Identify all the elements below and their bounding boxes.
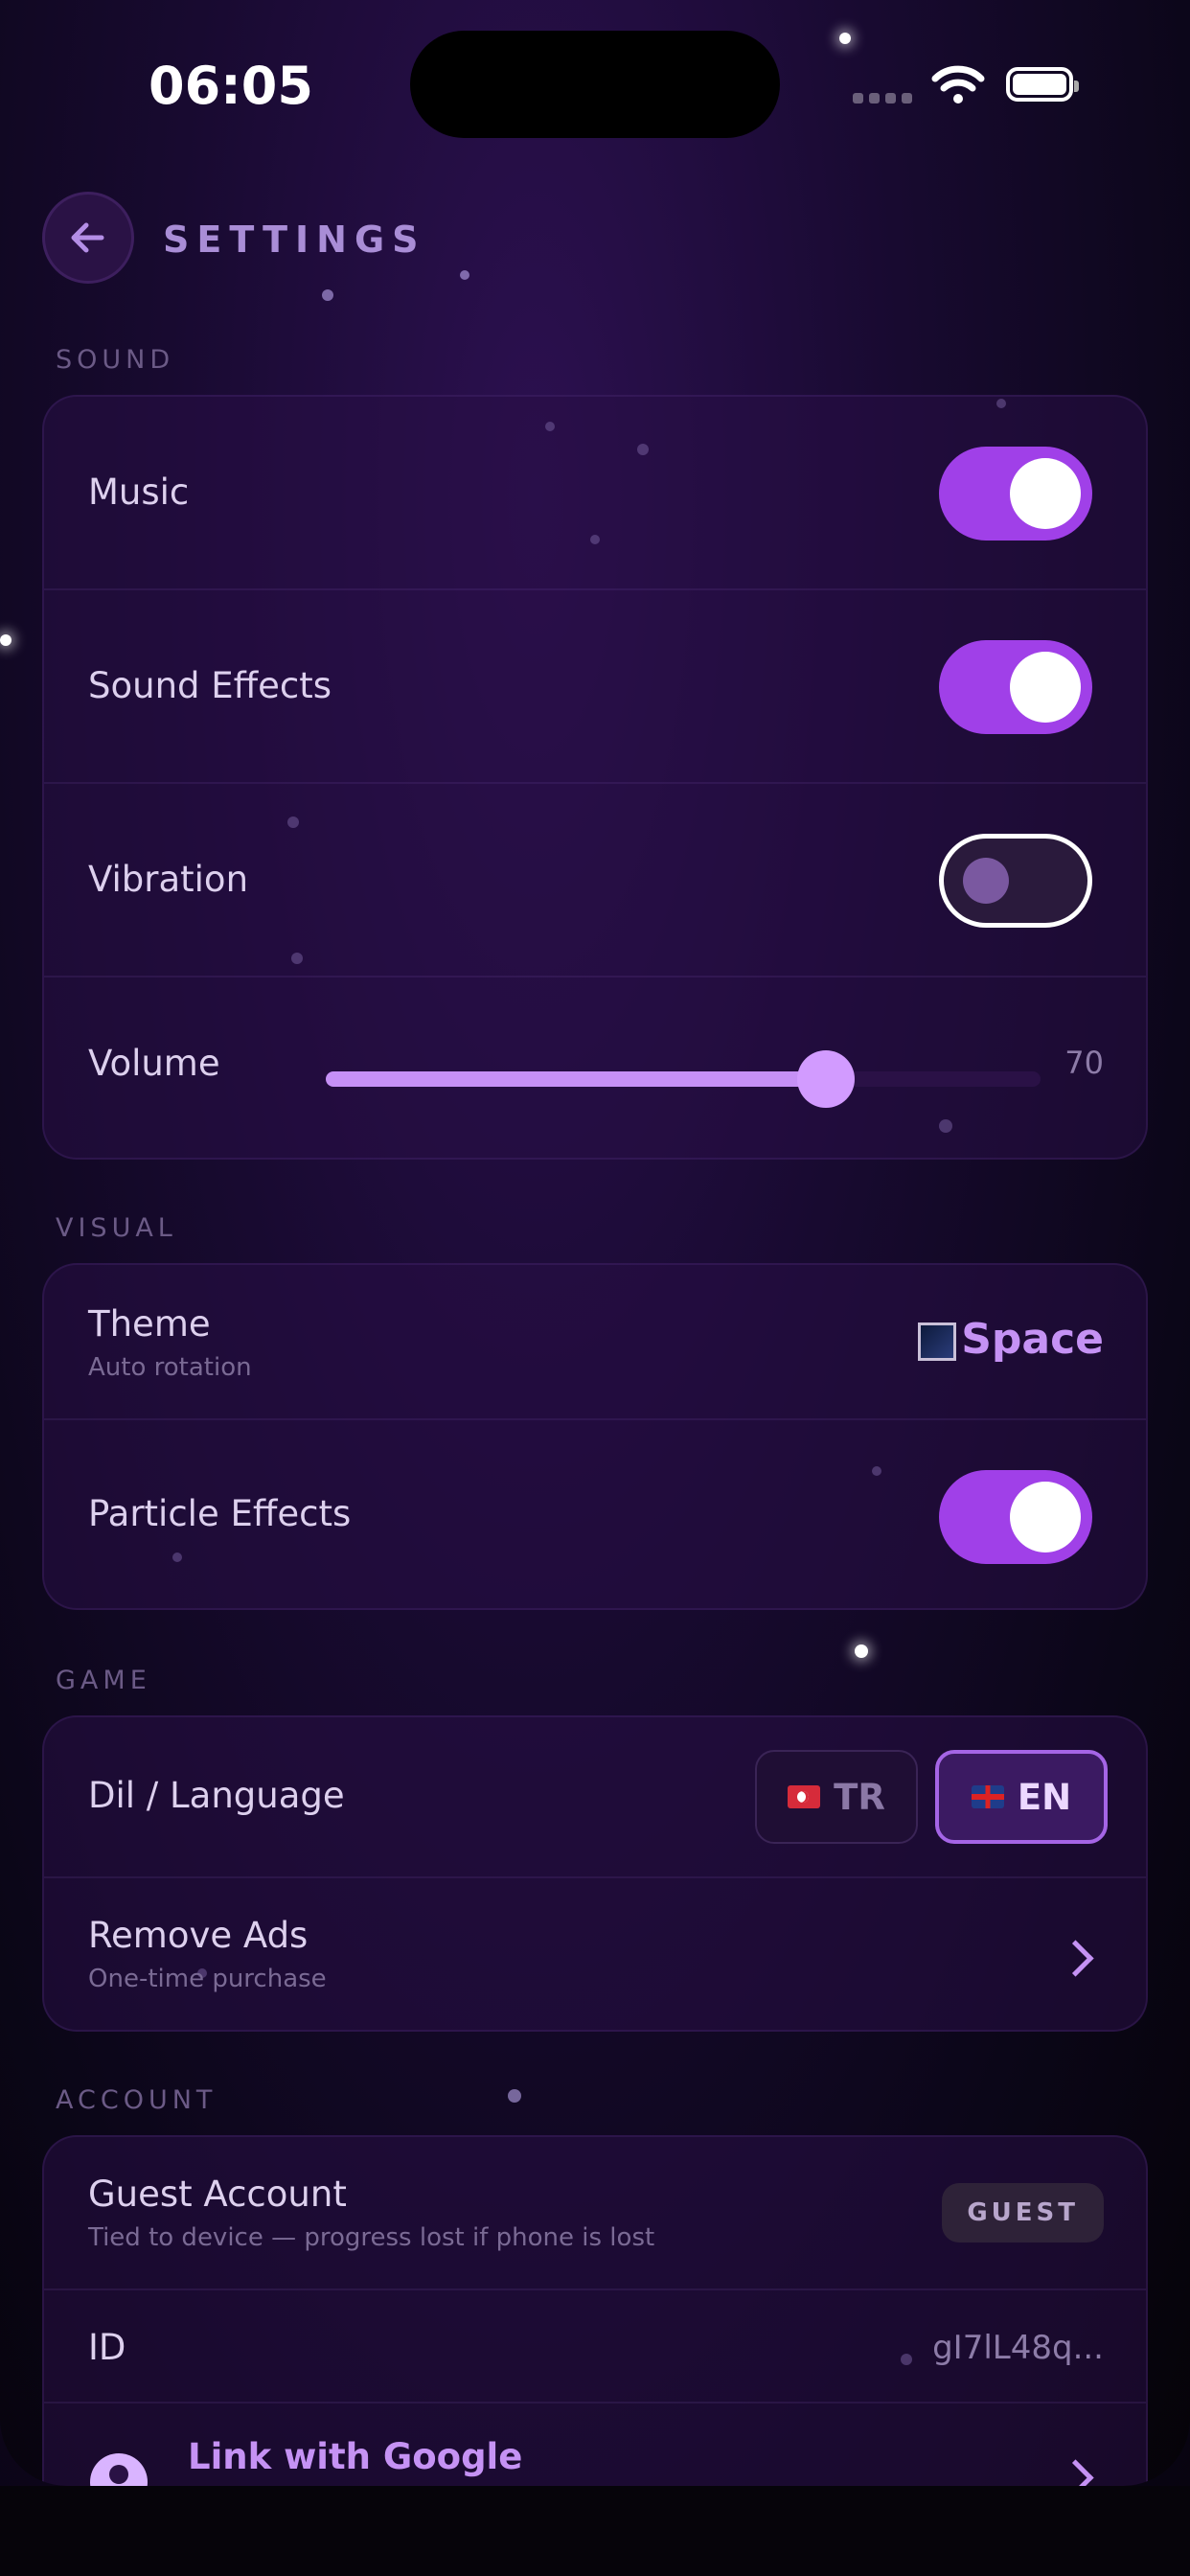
back-button[interactable] — [42, 192, 134, 284]
sound-card: Music Sound Effects Vibration Volume 70 — [42, 395, 1148, 1160]
flag-gb-icon — [971, 1785, 1004, 1808]
visual-card: Theme Auto rotation Space Particle Effec… — [42, 1263, 1148, 1610]
star — [839, 33, 851, 44]
person-icon — [90, 2453, 148, 2486]
dynamic-island — [410, 31, 780, 138]
chevron-right-icon — [1057, 1940, 1094, 1977]
account-card: Guest Account Tied to device — progress … — [42, 2135, 1148, 2486]
theme-image-icon — [918, 1322, 956, 1361]
sound-effects-row: Sound Effects — [44, 590, 1146, 784]
battery-icon — [1006, 67, 1079, 102]
language-row: Dil / Language TR EN — [44, 1717, 1146, 1878]
star — [508, 2089, 521, 2103]
remove-ads-label: Remove Ads — [88, 1915, 309, 1956]
back-arrow-icon — [71, 222, 104, 253]
theme-sublabel: Auto rotation — [88, 1353, 252, 1382]
particle-effects-label: Particle Effects — [88, 1493, 352, 1534]
volume-slider[interactable] — [326, 1050, 1041, 1108]
vibration-label: Vibration — [88, 859, 249, 900]
language-option-en[interactable]: EN — [935, 1750, 1108, 1844]
status-time: 06:05 — [149, 56, 313, 116]
theme-value[interactable]: Space — [961, 1315, 1104, 1364]
section-label-visual: VISUAL — [56, 1213, 177, 1243]
star — [322, 289, 333, 301]
vibration-row: Vibration — [44, 784, 1146, 978]
language-option-tr[interactable]: TR — [755, 1750, 918, 1844]
id-value: gI7lL48q... — [932, 2329, 1104, 2367]
guest-account-label: Guest Account — [88, 2174, 347, 2215]
volume-slider-handle[interactable] — [797, 1050, 856, 1108]
language-option-tr-label: TR — [834, 1776, 885, 1818]
settings-screen: 06:05 SETTINGS SOUND Music Sound Effects… — [0, 0, 1190, 2486]
star — [0, 634, 11, 646]
remove-ads-row[interactable]: Remove Ads One-time purchase — [44, 1878, 1146, 2030]
vibration-toggle[interactable] — [939, 834, 1092, 928]
music-row: Music — [44, 397, 1146, 590]
flag-tr-icon — [788, 1785, 821, 1808]
star — [460, 270, 469, 280]
theme-label: Theme — [88, 1303, 211, 1345]
link-google-row[interactable]: Link with Google — [44, 2404, 1146, 2486]
star — [855, 1644, 868, 1658]
bottom-bar — [0, 2486, 1190, 2576]
music-label: Music — [88, 472, 190, 513]
signal-icon — [853, 93, 912, 104]
guest-account-row: Guest Account Tied to device — progress … — [44, 2137, 1146, 2290]
language-label: Dil / Language — [88, 1775, 345, 1816]
volume-slider-fill — [326, 1071, 827, 1087]
sound-effects-label: Sound Effects — [88, 665, 332, 706]
guest-badge: GUEST — [942, 2183, 1104, 2242]
wifi-icon — [931, 65, 985, 104]
music-toggle[interactable] — [939, 447, 1092, 540]
section-label-game: GAME — [56, 1666, 151, 1695]
chevron-right-icon — [1057, 2459, 1094, 2486]
game-card: Dil / Language TR EN Remove Ads One-time… — [42, 1715, 1148, 2032]
volume-row: Volume 70 — [44, 978, 1146, 1158]
volume-value: 70 — [1064, 1045, 1104, 1081]
id-label: ID — [88, 2327, 126, 2368]
volume-label: Volume — [88, 1043, 220, 1084]
link-google-label: Link with Google — [188, 2436, 523, 2477]
section-label-account: ACCOUNT — [56, 2085, 217, 2115]
section-label-sound: SOUND — [56, 345, 175, 375]
sound-effects-toggle[interactable] — [939, 640, 1092, 734]
language-option-en-label: EN — [1017, 1776, 1072, 1818]
id-row: ID gI7lL48q... — [44, 2290, 1146, 2404]
remove-ads-sublabel: One-time purchase — [88, 1965, 327, 1993]
guest-account-sublabel: Tied to device — progress lost if phone … — [88, 2223, 655, 2252]
particle-effects-row: Particle Effects — [44, 1420, 1146, 1608]
page-title: SETTINGS — [163, 218, 426, 261]
particle-effects-toggle[interactable] — [939, 1470, 1092, 1564]
theme-row[interactable]: Theme Auto rotation Space — [44, 1265, 1146, 1420]
